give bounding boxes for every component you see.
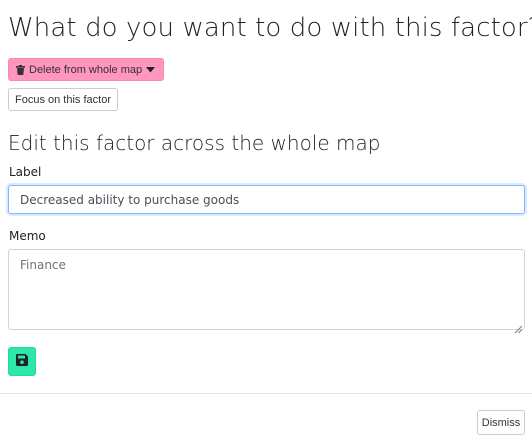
- footer-divider: [0, 393, 532, 394]
- caret-down-icon: [146, 66, 156, 73]
- resize-handle-icon[interactable]: [514, 319, 523, 334]
- save-button[interactable]: [8, 347, 36, 376]
- dismiss-button[interactable]: Dismiss: [477, 410, 525, 435]
- memo-textarea[interactable]: Finance: [8, 249, 525, 330]
- edit-section-title: Edit this factor across the whole map: [8, 131, 381, 155]
- factor-dialog: What do you want to do with this factor?…: [0, 0, 532, 448]
- memo-field-label: Memo: [9, 229, 46, 243]
- label-field-label: Label: [9, 165, 42, 179]
- focus-on-factor-button[interactable]: Focus on this factor: [8, 88, 118, 111]
- dialog-title: What do you want to do with this factor?: [8, 13, 532, 43]
- delete-button-label: Delete from whole map: [29, 63, 143, 76]
- floppy-disk-icon: [16, 354, 28, 369]
- label-input[interactable]: [8, 185, 525, 214]
- delete-from-map-button[interactable]: Delete from whole map: [8, 58, 165, 81]
- trash-icon: [16, 64, 25, 75]
